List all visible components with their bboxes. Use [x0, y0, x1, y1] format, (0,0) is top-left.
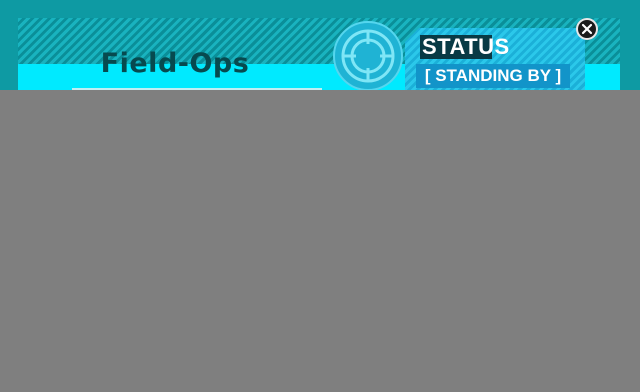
- close-button[interactable]: [576, 18, 598, 40]
- content-overlay: [0, 90, 640, 392]
- crosshair-icon: [333, 21, 403, 91]
- window-title: Field-Ops: [100, 48, 250, 79]
- status-value: [ STANDING BY ]: [416, 64, 570, 88]
- close-icon: [581, 23, 593, 35]
- status-label: STATUS: [420, 34, 512, 59]
